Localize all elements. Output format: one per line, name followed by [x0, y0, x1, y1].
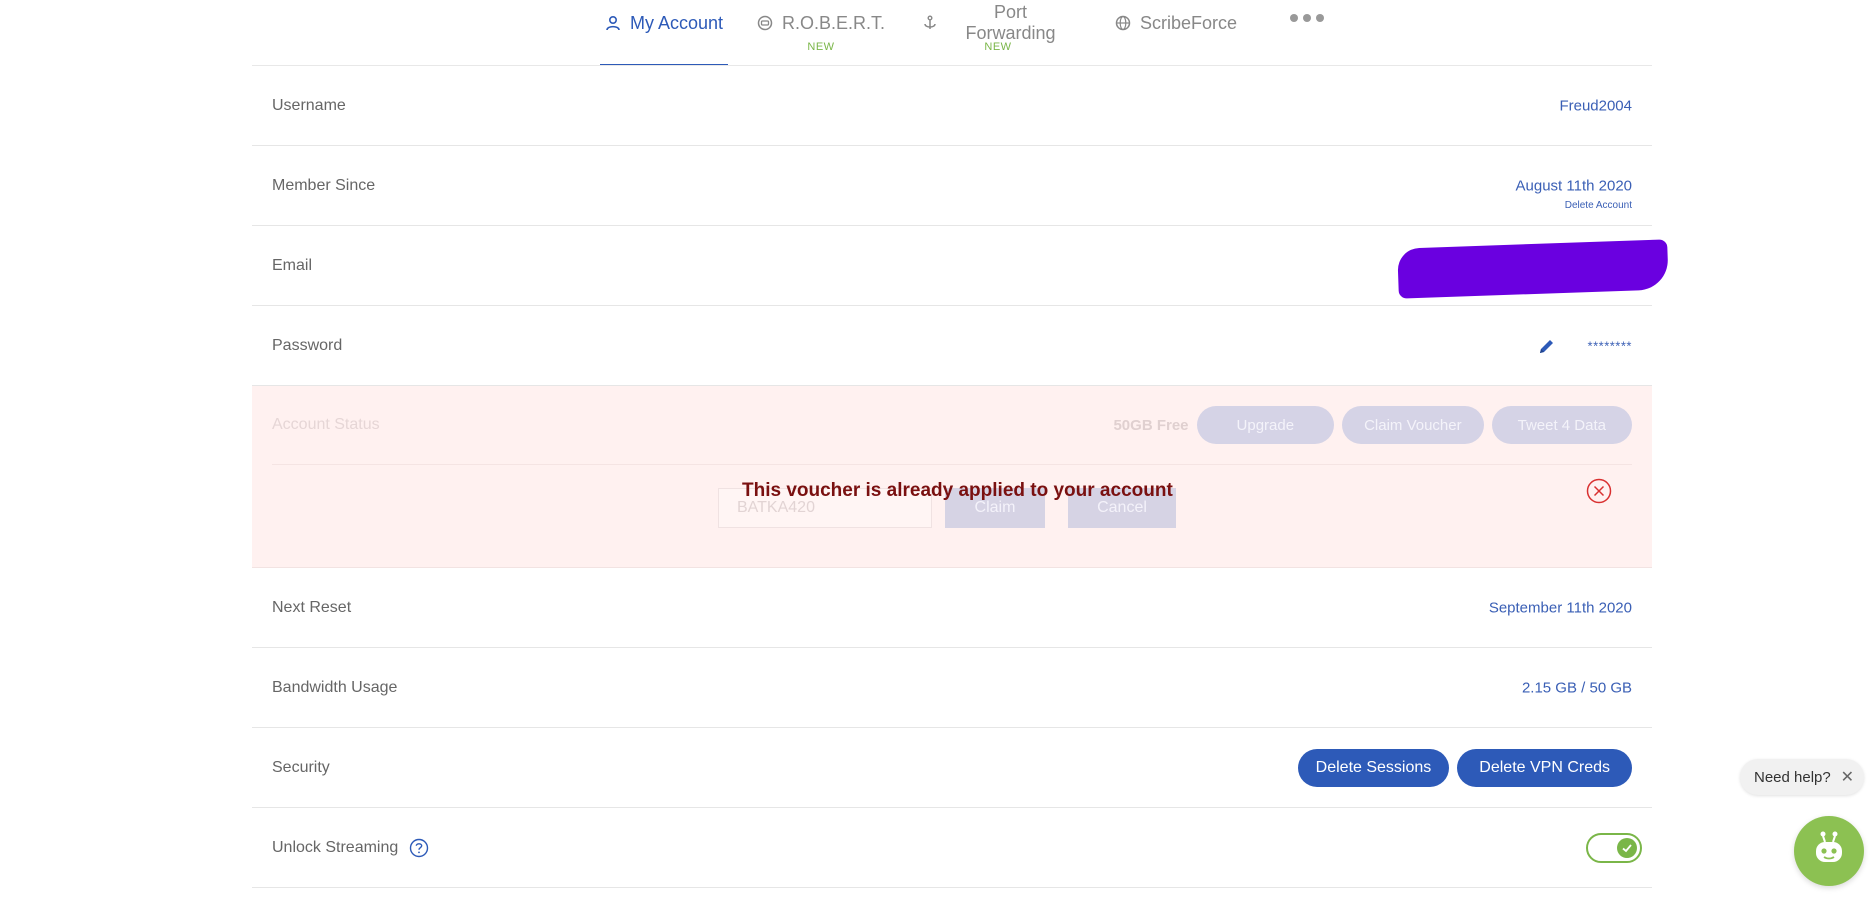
username-row: Username Freud2004 [252, 66, 1652, 146]
question-icon[interactable] [409, 838, 429, 858]
tweet-4-data-button[interactable]: Tweet 4 Data [1491, 406, 1632, 444]
username-label: Username [272, 96, 346, 114]
bandwidth-value: 2.15 GB / 50 GB [1521, 679, 1632, 696]
upgrade-button[interactable]: Upgrade [1196, 406, 1335, 444]
pencil-icon[interactable] [1538, 337, 1556, 355]
tab-label: My Account [629, 12, 724, 33]
next-reset-value: September 11th 2020 [1488, 599, 1632, 616]
password-label: Password [272, 336, 343, 354]
member-since-label: Member Since [272, 176, 376, 194]
tab-robert[interactable]: R.O.B.E.R.T. NEW [757, 0, 885, 66]
anchor-icon [922, 15, 938, 31]
account-status-label: Account Status [272, 416, 380, 433]
account-panel: Username Freud2004 Member Since August 1… [252, 66, 1669, 888]
password-row: Password ******** [252, 306, 1652, 386]
user-icon [605, 15, 621, 31]
need-help-bubble[interactable]: Need help? ✕ [1740, 759, 1864, 795]
tab-label: ScribeForce [1139, 12, 1238, 33]
member-since-row: Member Since August 11th 2020 Delete Acc… [252, 146, 1652, 226]
status-divider [272, 464, 1632, 465]
top-navigation: My Account R.O.B.E.R.T. NEW Port Forward… [0, 0, 1876, 66]
redaction-mark [1397, 239, 1669, 299]
streaming-toggle[interactable] [1586, 832, 1642, 863]
close-circle-icon[interactable] [1586, 478, 1612, 504]
bandwidth-row: Bandwidth Usage 2.15 GB / 50 GB [252, 648, 1652, 728]
status-actions: 50GB Free Upgrade Claim Voucher Tweet 4 … [1113, 406, 1632, 444]
plan-label: 50GB Free [1113, 416, 1189, 434]
username-value: Freud2004 [1559, 97, 1632, 114]
voucher-error-message: This voucher is already applied to your … [742, 480, 1173, 501]
account-status-panel: Account Status 50GB Free Upgrade Claim V… [252, 386, 1652, 568]
robot-icon [1809, 829, 1849, 874]
tab-label: Port Forwarding [965, 2, 1056, 43]
security-label: Security [272, 758, 330, 776]
new-badge: NEW [807, 41, 835, 53]
tab-my-account[interactable]: My Account [600, 0, 728, 66]
security-actions: Delete Sessions Delete VPN Creds [1297, 748, 1632, 787]
tab-label: R.O.B.E.R.T. [781, 12, 886, 33]
unlock-streaming-label: Unlock Streaming [272, 838, 399, 856]
next-reset-row: Next Reset September 11th 2020 [252, 568, 1652, 648]
globe-icon [1115, 15, 1131, 31]
close-icon[interactable]: ✕ [1841, 767, 1854, 787]
delete-sessions-button[interactable]: Delete Sessions [1297, 748, 1450, 787]
chatbot-button[interactable] [1794, 816, 1864, 886]
password-value: ******** [1587, 338, 1632, 353]
unlock-streaming-label-wrap: Unlock Streaming [272, 838, 429, 858]
email-row: Email [252, 226, 1669, 306]
email-label: Email [272, 256, 313, 274]
member-since-value: August 11th 2020 [1515, 177, 1632, 195]
robot-icon [757, 15, 773, 31]
security-row: Security Delete Sessions Delete VPN Cred… [252, 728, 1652, 808]
claim-voucher-button[interactable]: Claim Voucher [1342, 406, 1484, 444]
check-icon [1617, 837, 1637, 858]
bandwidth-label: Bandwidth Usage [272, 678, 398, 696]
delete-vpn-creds-button[interactable]: Delete VPN Creds [1457, 748, 1632, 787]
tab-port-forwarding[interactable]: Port Forwarding NEW [922, 0, 1074, 66]
unlock-streaming-row: Unlock Streaming [252, 808, 1652, 888]
tab-scribeforce[interactable]: ScribeForce [1115, 0, 1238, 66]
next-reset-label: Next Reset [272, 598, 352, 616]
delete-account-link[interactable]: Delete Account [1565, 200, 1632, 211]
ellipsis-icon[interactable] [1290, 14, 1324, 22]
need-help-text: Need help? [1754, 768, 1831, 786]
